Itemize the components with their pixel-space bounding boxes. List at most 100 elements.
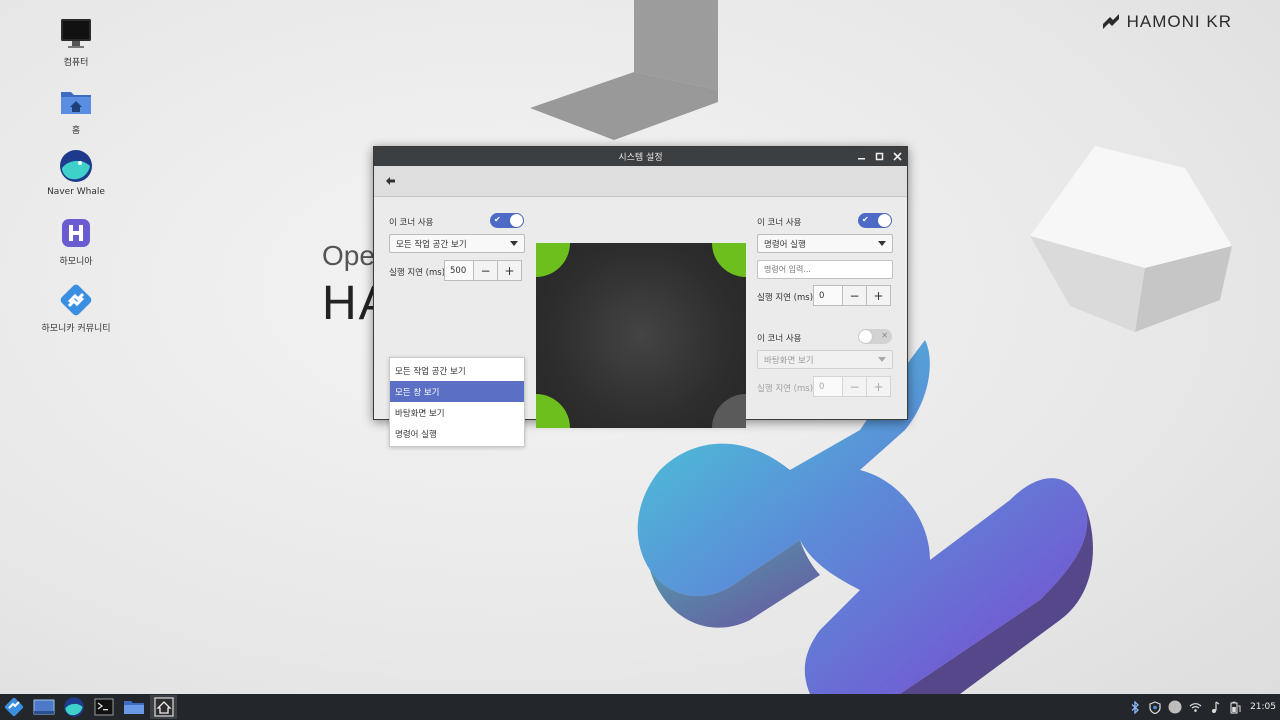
- tray-battery[interactable]: [1228, 700, 1242, 714]
- taskbar-clock[interactable]: 21:05: [1250, 702, 1276, 712]
- window-toolbar: [374, 166, 907, 197]
- back-button[interactable]: [383, 173, 399, 189]
- tray-security[interactable]: [1148, 700, 1162, 714]
- top-right-delay-decrement-button[interactable]: −: [843, 285, 867, 306]
- top-right-delay-label: 실행 지연 (ms): [757, 293, 814, 303]
- desktop-icon-home[interactable]: 홈: [30, 84, 122, 136]
- top-right-delay-row: 실행 지연 (ms): [757, 291, 813, 303]
- bottom-right-delay-input[interactable]: 0: [813, 376, 843, 397]
- bottom-right-delay-decrement-button[interactable]: −: [843, 376, 867, 397]
- top-left-enable-toggle[interactable]: ✔: [490, 213, 524, 228]
- toggle-knob: [510, 214, 523, 227]
- top-right-command-input[interactable]: [757, 260, 893, 279]
- user-icon: [1168, 700, 1182, 714]
- back-arrow-icon: [386, 177, 395, 185]
- action-dropdown-menu: 모든 작업 공간 보기 모든 창 보기 바탕화면 보기 명령어 실행: [389, 357, 525, 447]
- top-left-action-select[interactable]: 모든 작업 공간 보기: [389, 234, 525, 253]
- minimize-button[interactable]: [856, 151, 867, 162]
- taskbar-show-desktop[interactable]: [30, 695, 57, 719]
- show-desktop-icon: [33, 699, 54, 715]
- sound-icon: [1212, 701, 1220, 713]
- top-right-action-value: 명령어 실행: [764, 239, 806, 250]
- battery-icon: [1230, 701, 1241, 714]
- taskbar-naver-whale[interactable]: [60, 695, 87, 719]
- desktop-icon-hamonia[interactable]: 하모니아: [30, 215, 122, 267]
- menu-item-run-command[interactable]: 명령어 실행: [390, 423, 524, 444]
- hamonia-icon: [62, 219, 90, 247]
- system-tray: 21:05: [1128, 694, 1276, 720]
- maximize-button[interactable]: [874, 151, 885, 162]
- hot-corner-preview: [536, 243, 746, 428]
- top-right-delay-increment-button[interactable]: +: [867, 285, 891, 306]
- top-left-delay-input[interactable]: 500: [444, 260, 474, 281]
- bottom-right-delay-row: 실행 지연 (ms): [757, 382, 813, 394]
- top-left-delay-row: 실행 지연 (ms): [389, 266, 445, 278]
- desktop-icon-naver-whale[interactable]: Naver Whale: [30, 148, 122, 197]
- top-left-enable-row: 이 코너 사용: [389, 216, 434, 228]
- dropdown-arrow-icon: [510, 241, 518, 246]
- preview-corner-bottom-right[interactable]: [712, 394, 746, 428]
- close-icon: [893, 152, 902, 161]
- desktop-icon-label: Naver Whale: [47, 187, 105, 197]
- bluetooth-icon: [1131, 700, 1140, 714]
- system-settings-icon: [153, 697, 174, 717]
- taskbar-system-settings[interactable]: [150, 695, 177, 719]
- bottom-right-enable-toggle[interactable]: ✕: [858, 329, 892, 344]
- top-right-enable-toggle[interactable]: ✔: [858, 213, 892, 228]
- bottom-right-action-select[interactable]: 바탕화면 보기: [757, 350, 893, 369]
- bottom-right-enable-label: 이 코너 사용: [757, 334, 802, 344]
- window-title: 시스템 설정: [618, 153, 663, 163]
- hamonikr-logo-icon: [1102, 14, 1119, 29]
- top-left-delay-increment-button[interactable]: +: [498, 260, 522, 281]
- naver-whale-icon: [63, 697, 84, 717]
- naver-whale-icon: [60, 150, 92, 182]
- tray-sound[interactable]: [1208, 700, 1222, 714]
- home-folder-icon: [61, 92, 91, 114]
- wifi-icon: [1189, 702, 1201, 712]
- tray-network[interactable]: [1188, 700, 1202, 714]
- preview-corner-top-left[interactable]: [536, 243, 570, 277]
- menu-item-all-workspaces[interactable]: 모든 작업 공간 보기: [390, 360, 524, 381]
- top-right-action-select[interactable]: 명령어 실행: [757, 234, 893, 253]
- menu-item-all-windows[interactable]: 모든 창 보기: [390, 381, 524, 402]
- preview-corner-bottom-left[interactable]: [536, 394, 570, 428]
- taskbar-terminal[interactable]: [90, 695, 117, 719]
- check-icon: ✔: [862, 215, 869, 224]
- brand-text: HAMONI KR: [1126, 12, 1232, 31]
- top-right-delay-spinner: 0 − +: [813, 285, 891, 306]
- terminal-icon: [94, 698, 113, 716]
- desktop-icon-label: 홈: [71, 126, 81, 136]
- computer-icon: [61, 19, 91, 48]
- top-left-delay-decrement-button[interactable]: −: [474, 260, 498, 281]
- preview-corner-top-right[interactable]: [712, 243, 746, 277]
- taskbar-file-manager[interactable]: [120, 695, 147, 719]
- toggle-knob: [878, 214, 891, 227]
- bottom-right-action-value: 바탕화면 보기: [764, 355, 814, 366]
- file-manager-icon: [123, 701, 144, 714]
- close-button[interactable]: [892, 151, 903, 162]
- desktop-icon-label: 하모니아: [59, 257, 93, 267]
- window-titlebar[interactable]: 시스템 설정: [374, 147, 907, 166]
- tray-user[interactable]: [1168, 700, 1182, 714]
- brand-logo: HAMONI KR: [1101, 12, 1232, 32]
- bottom-right-delay-increment-button[interactable]: +: [867, 376, 891, 397]
- top-right-delay-input[interactable]: 0: [813, 285, 843, 306]
- maximize-icon: [875, 152, 884, 161]
- desktop-icon-computer[interactable]: 컴퓨터: [30, 16, 122, 68]
- desktop-icon-label: 하모니카 커뮤니티: [41, 324, 111, 334]
- taskbar: 21:05: [0, 694, 1280, 720]
- minimize-icon: [858, 158, 865, 160]
- bottom-right-delay-label: 실행 지연 (ms): [757, 384, 814, 394]
- system-settings-window: 시스템 설정 이 코너 사용 ✔ 모든 작업 공간 보기 실행 지연 (ms) …: [373, 146, 908, 447]
- shield-icon: [1149, 700, 1161, 714]
- top-left-enable-label: 이 코너 사용: [389, 218, 434, 228]
- hamonikr-community-icon: [60, 284, 92, 316]
- taskbar-app-menu[interactable]: [0, 695, 27, 719]
- tray-bluetooth[interactable]: [1128, 700, 1142, 714]
- desktop-icon-hamonikr-community[interactable]: 하모니카 커뮤니티: [30, 282, 122, 334]
- top-left-delay-spinner: 500 − +: [444, 260, 522, 281]
- bottom-right-delay-spinner: 0 − +: [813, 376, 891, 397]
- menu-item-show-desktop[interactable]: 바탕화면 보기: [390, 402, 524, 423]
- top-right-enable-label: 이 코너 사용: [757, 218, 802, 228]
- dropdown-arrow-icon: [878, 357, 886, 362]
